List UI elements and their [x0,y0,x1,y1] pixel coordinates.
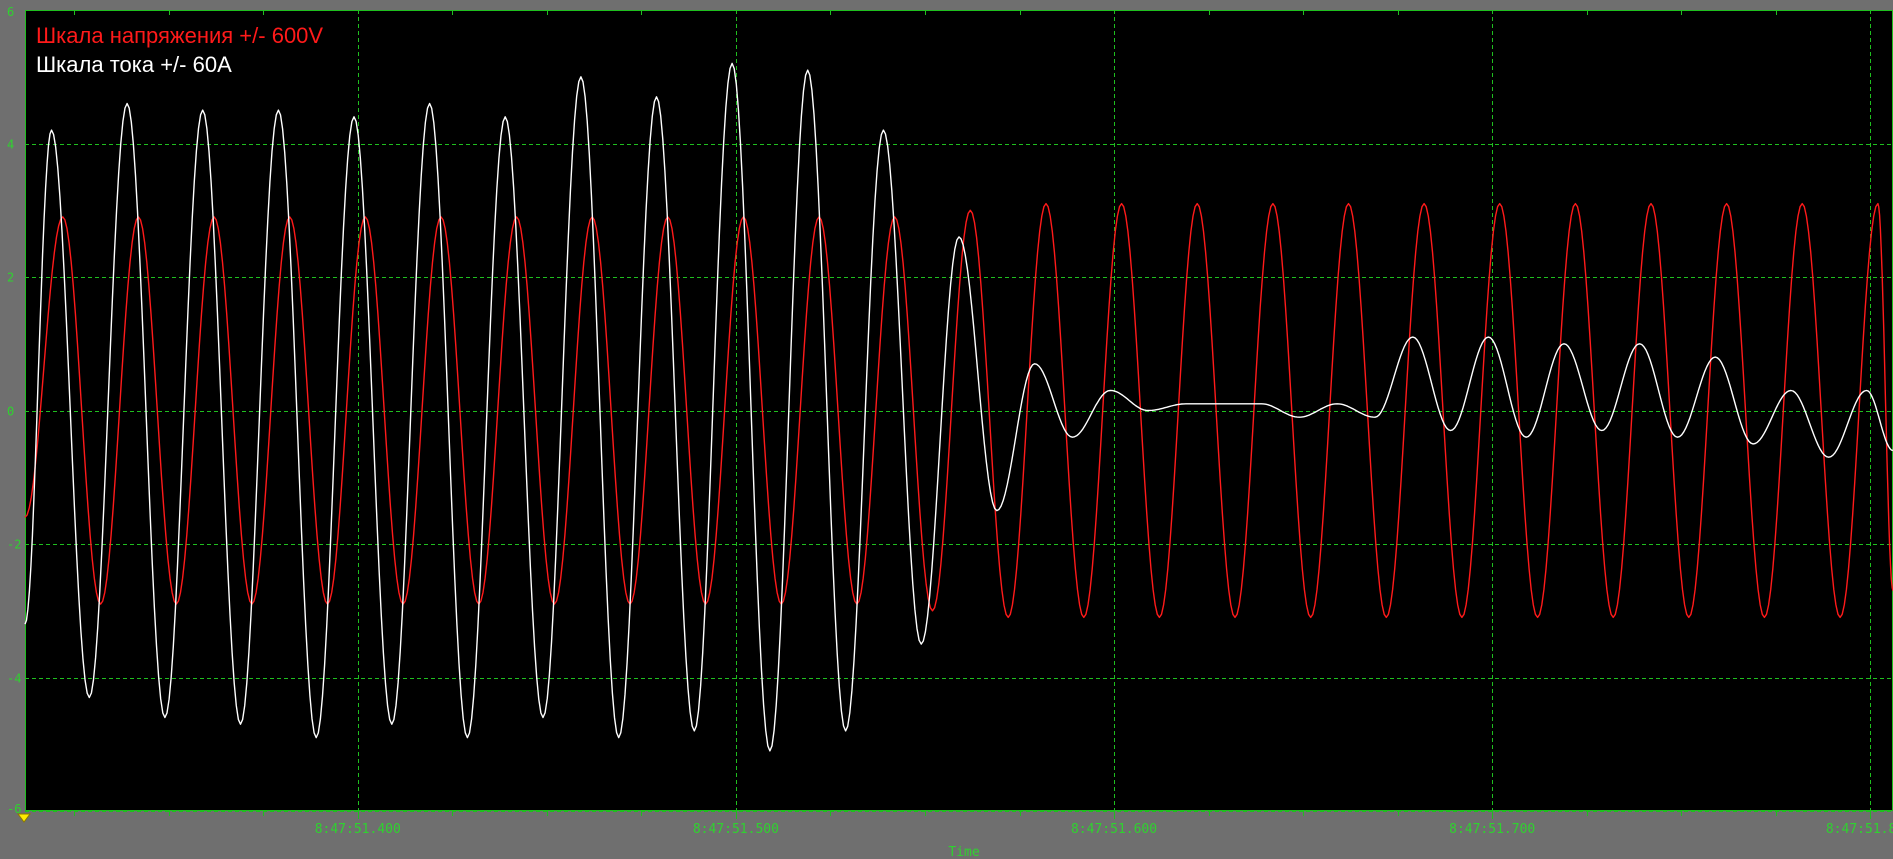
time-cursor-marker-icon[interactable] [17,813,31,823]
oscilloscope-chart: -6-4-202468:47:51.400 8:47:51.500 8:47:51.… [7,5,1893,859]
y-tick-label: 2 [7,271,14,285]
legend-current: Шкала тока +/- 60A [36,52,232,77]
y-tick-label: -4 [7,672,21,686]
x-tick-label: 8:47:51.80 [1826,822,1893,837]
x-tick-label: 8:47:51.600 [1071,822,1157,837]
plot-area [25,10,1893,811]
x-tick-label: 8:47:51.400 [315,822,401,837]
x-tick-label: 8:47:51.500 [693,822,779,837]
y-tick-label: -2 [7,538,21,552]
x-tick-label: 8:47:51.700 [1449,822,1535,837]
y-tick-label: 0 [7,405,14,419]
y-tick-label: 6 [7,5,14,19]
legend-voltage: Шкала напряжения +/- 600V [36,23,324,48]
x-axis-label: Time [948,845,979,859]
y-tick-label: 4 [7,138,14,152]
